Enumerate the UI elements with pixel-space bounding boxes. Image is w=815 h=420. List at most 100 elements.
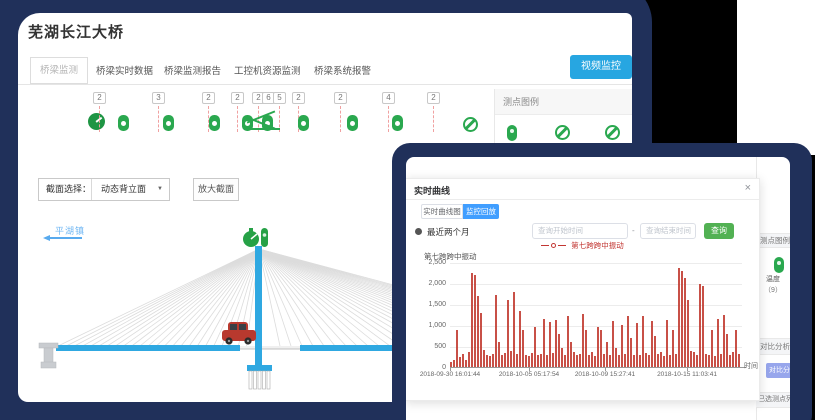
section-select-value: 动态背立面 [101, 184, 146, 194]
legend-line [541, 245, 549, 247]
chart-bar [513, 292, 515, 367]
chart-bar [501, 355, 503, 367]
screen: 芜湖长江大桥 桥梁监测 桥梁实时数据 桥梁监测报告 工控机资源监测 桥梁系统报警… [0, 0, 815, 420]
bridge-tower [255, 246, 262, 368]
sensor-icon[interactable] [209, 115, 220, 131]
sensor-count-badge: 2 [202, 92, 215, 104]
chart-bar [672, 330, 674, 367]
radio-last-two-months[interactable] [415, 228, 422, 235]
chart-bar [555, 320, 557, 367]
tower-top-sensors [243, 228, 268, 247]
tab-ipc-resource[interactable]: 工控机资源监测 [234, 63, 301, 77]
chart-bar [729, 355, 731, 367]
chart-bar [606, 342, 608, 367]
x-tick-label: 2018-10-15 11:03:41 [653, 371, 721, 378]
chart-bar [717, 319, 719, 367]
chart-bar [669, 355, 671, 367]
tab-realtime-curve[interactable]: 实时曲线图 [421, 204, 463, 219]
car [222, 322, 256, 345]
chart-bar [630, 338, 632, 367]
chart-bar [525, 355, 527, 367]
chart-bar [696, 355, 698, 367]
compare-analysis-button[interactable]: 对比分析 [766, 363, 790, 378]
tab-bridge-monitoring[interactable]: 桥梁监测 [30, 57, 88, 84]
sensor-icon[interactable] [347, 115, 358, 131]
chart-bar [666, 320, 668, 367]
dialog-header: 实时曲线 × [406, 179, 759, 200]
sensor-icon[interactable] [118, 115, 129, 131]
chart-bar [459, 357, 461, 367]
chart-bar [462, 354, 464, 367]
chart-bar [585, 330, 587, 367]
sensor-count-badge: 2 [231, 92, 244, 104]
chart-bar [609, 355, 611, 367]
disabled-sensor-icon[interactable] [555, 125, 570, 140]
chart-bar [594, 356, 596, 367]
sensor-drop-line [99, 106, 100, 132]
x-axis-title: 时间 [744, 361, 758, 371]
sensor-icon[interactable] [392, 115, 403, 131]
video-monitor-button[interactable]: 视频监控 [570, 55, 632, 79]
end-time-input[interactable]: 查询结束时间 [640, 223, 696, 239]
chart-bar [732, 352, 734, 367]
chart-bar [705, 354, 707, 367]
x-axis [450, 367, 746, 368]
chart-bar [561, 348, 563, 367]
chart-bar [492, 354, 494, 367]
disabled-sensor-icon[interactable] [605, 125, 620, 140]
tab-monitor-playback[interactable]: 监控回放 [463, 204, 499, 219]
chart-bar [597, 327, 599, 367]
sensor-drop-line [433, 106, 434, 132]
chart-bar [621, 325, 623, 367]
thermometer-icon[interactable] [774, 257, 784, 273]
anemometer-icon[interactable] [88, 113, 105, 130]
y-tick: 0 [406, 364, 446, 371]
query-button[interactable]: 查询 [704, 223, 734, 239]
sensor-drop-line [158, 106, 159, 132]
tab-monitor-report[interactable]: 桥梁监测报告 [164, 63, 221, 77]
start-time-input[interactable]: 查询开始时间 [532, 223, 628, 239]
tab-system-alarm[interactable]: 桥梁系统报警 [314, 63, 371, 77]
chart-bar [516, 354, 518, 367]
disabled-sensor-icon[interactable] [463, 117, 478, 132]
chart-bar [591, 352, 593, 367]
chart-bar [639, 355, 641, 367]
chart-bar [489, 356, 491, 367]
chart-bar [465, 360, 467, 367]
temperature-label: 温度 [756, 274, 790, 284]
sensor-count-badge: 2 [93, 92, 106, 104]
sensor-icon[interactable] [163, 115, 174, 131]
chart-bar [552, 353, 554, 367]
bridge-pier [39, 343, 58, 368]
chart-bar [528, 356, 530, 367]
tab-realtime-data[interactable]: 桥梁实时数据 [96, 63, 153, 77]
chart-bar [498, 342, 500, 367]
bridge-deck-left [56, 345, 240, 351]
chart-bar [663, 356, 665, 367]
sensor-count-badge: 2 [292, 92, 305, 104]
section-select-dropdown[interactable]: 动态背立面 ▼ [91, 179, 169, 200]
close-icon[interactable]: × [745, 182, 751, 194]
x-tick-label: 2018-09-30 16:01:44 [416, 371, 484, 378]
chart-bar [483, 350, 485, 367]
y-tick: 500 [406, 343, 446, 350]
thermometer-icon[interactable] [507, 125, 517, 141]
x-tick-label: 2018-10-05 05:17:54 [495, 371, 563, 378]
enlarge-section-button[interactable]: 放大截面 [193, 178, 239, 201]
chart-bar [714, 356, 716, 367]
chart-bar [495, 295, 497, 367]
chart-bar [618, 355, 620, 367]
chart-legend[interactable]: 第七跨跨中振动 [406, 240, 759, 251]
chart-bar [723, 315, 725, 367]
chart-bar [522, 330, 524, 367]
chart-bar [519, 311, 521, 367]
legend-panel-title: 测点图例 [495, 89, 632, 115]
range-separator: - [632, 226, 635, 235]
chart-bar [612, 321, 614, 367]
chart-bar [693, 352, 695, 367]
chart-bar [477, 296, 479, 367]
legend-panel-title: 测点图例 [756, 233, 790, 248]
sensor-count-badge: 2 [334, 92, 347, 104]
sensor-icon[interactable] [298, 115, 309, 131]
section-select-group: 截面选择： 动态背立面 ▼ [38, 178, 170, 201]
